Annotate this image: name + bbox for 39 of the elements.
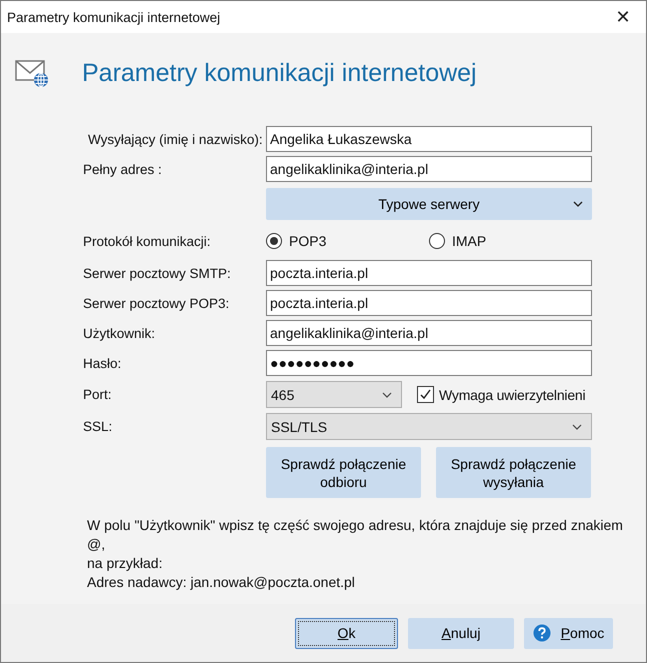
field-label: Serwer pocztowy SMTP: bbox=[83, 266, 232, 280]
chevron-icon bbox=[572, 424, 582, 430]
dropdown-button[interactable]: Typowe serwery bbox=[266, 188, 592, 220]
field-label: Port: bbox=[83, 387, 113, 402]
cancel-button[interactable]: Anuluj bbox=[408, 618, 514, 648]
radio-label: POP3 bbox=[289, 233, 326, 249]
field-label: Wysyłający (imię i nazwisko): bbox=[87, 132, 264, 146]
window-title: Parametry komunikacji internetowej bbox=[7, 10, 220, 24]
mail-globe-icon bbox=[15, 58, 49, 88]
dialog-heading: Parametry komunikacji internetowej bbox=[82, 58, 477, 88]
checkbox-label: Wymaga uwierzytelnieni bbox=[439, 386, 586, 402]
checkbox[interactable] bbox=[417, 386, 434, 403]
chevron-icon bbox=[573, 201, 583, 207]
field-label: SSL: bbox=[83, 419, 114, 434]
text-field[interactable]: angelikaklinika@interia.pl bbox=[266, 320, 592, 346]
field-label: Serwer pocztowy POP3: bbox=[83, 296, 230, 310]
text-field[interactable]: ●●●●●●●●●● bbox=[266, 350, 592, 376]
ok-button[interactable]: Ok bbox=[295, 618, 398, 648]
close-button[interactable]: ✕ bbox=[600, 1, 646, 33]
dropdown-field[interactable]: 465 bbox=[266, 381, 402, 408]
radio-button[interactable] bbox=[429, 233, 445, 249]
test-connection-button[interactable]: Sprawdź połączenie wysyłania bbox=[436, 447, 591, 498]
help-text: Adres nadawcy: jan.nowak@poczta.onet.pl bbox=[87, 573, 356, 592]
field-label: Użytkownik: bbox=[83, 326, 156, 340]
radio-label: IMAP bbox=[452, 233, 486, 249]
field-label: Protokół komunikacji: bbox=[83, 234, 212, 248]
test-connection-button[interactable]: Sprawdź połączenie odbioru bbox=[266, 447, 421, 498]
help-button[interactable]: Pomoc bbox=[524, 618, 613, 648]
text-field[interactable]: poczta.interia.pl bbox=[266, 260, 592, 286]
radio-button[interactable] bbox=[266, 233, 282, 249]
chevron-icon bbox=[382, 392, 392, 398]
dropdown-field[interactable]: SSL/TLS bbox=[266, 413, 592, 440]
text-field[interactable]: poczta.interia.pl bbox=[266, 290, 592, 316]
help-icon bbox=[532, 624, 551, 642]
text-field[interactable]: Angelika Łukaszewska bbox=[266, 126, 592, 152]
text-field[interactable]: angelikaklinika@interia.pl bbox=[266, 156, 592, 182]
field-label: Hasło: bbox=[83, 356, 122, 370]
help-text: na przykład: bbox=[87, 554, 164, 573]
field-label: Pełny adres : bbox=[83, 162, 163, 176]
